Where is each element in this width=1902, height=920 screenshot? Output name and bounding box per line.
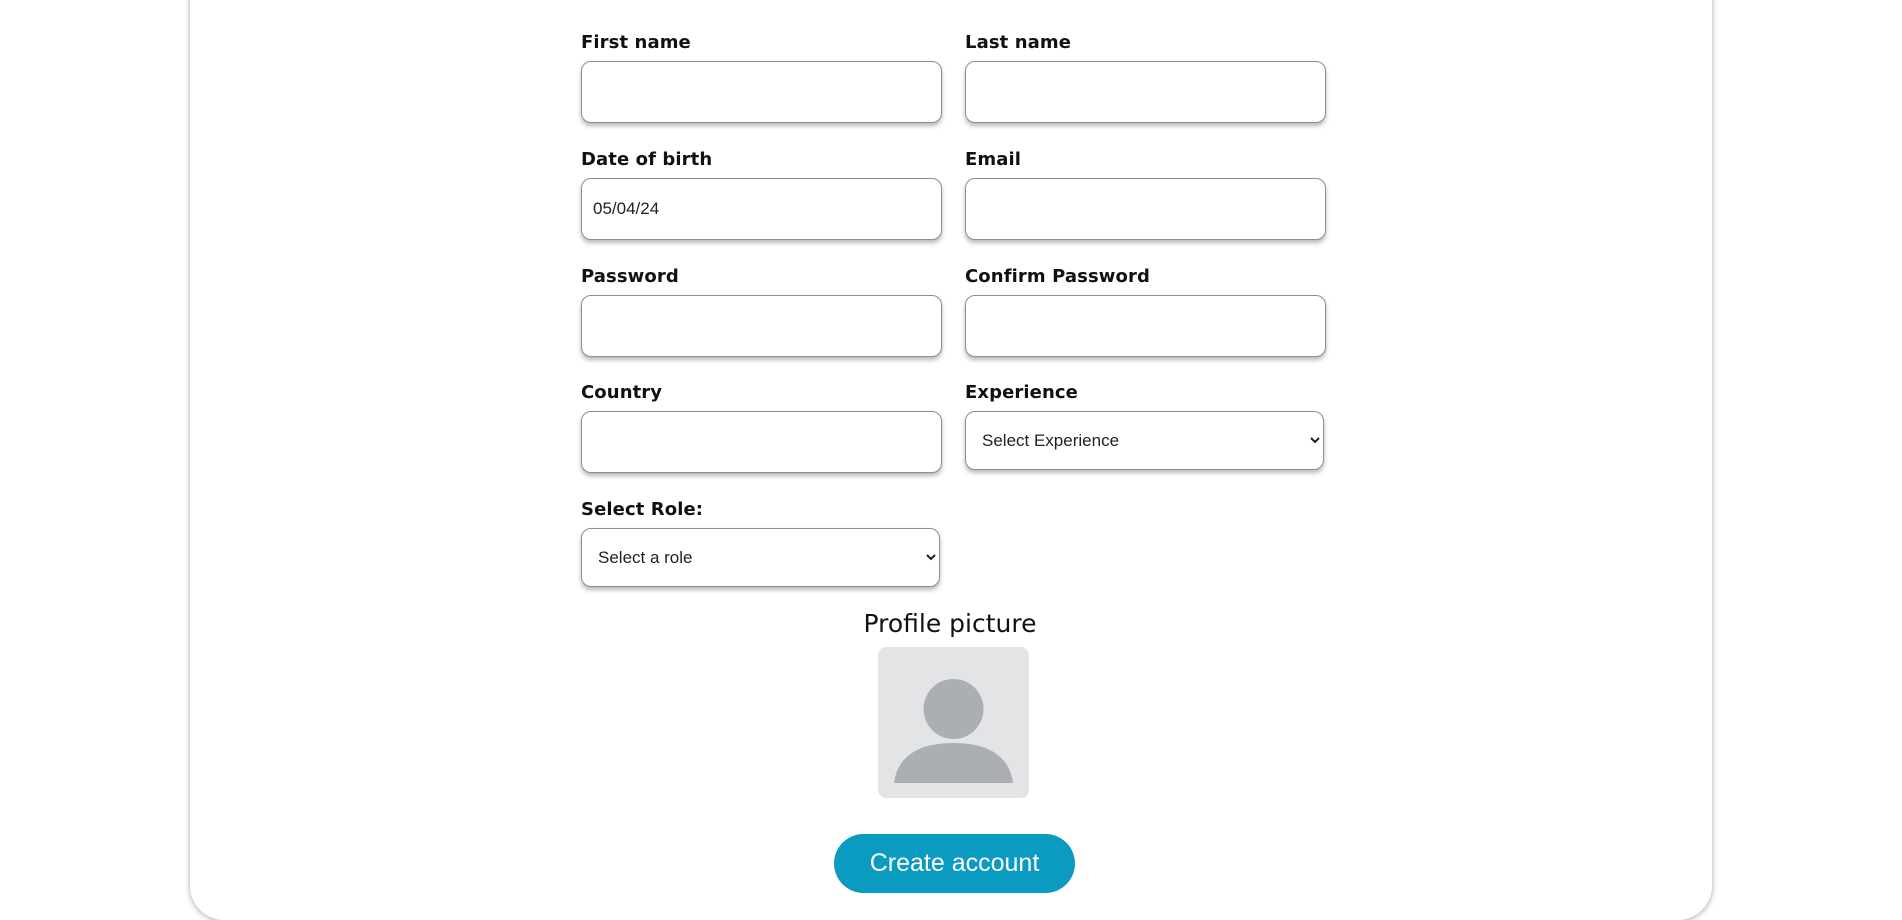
user-silhouette-icon <box>894 679 1013 783</box>
date-of-birth-input[interactable] <box>581 178 942 240</box>
last-name-label: Last name <box>965 32 1072 53</box>
first-name-label: First name <box>581 32 691 53</box>
role-group: Select Role: Select a role <box>581 498 942 587</box>
role-label: Select Role: <box>581 499 704 520</box>
last-name-input[interactable] <box>965 61 1326 123</box>
confirm-password-input[interactable] <box>965 295 1326 357</box>
password-group: Password <box>581 265 942 357</box>
experience-label: Experience <box>965 382 1078 403</box>
first-name-input[interactable] <box>581 61 942 123</box>
experience-group: Experience Select Experience <box>965 381 1326 470</box>
country-input[interactable] <box>581 411 942 473</box>
email-input[interactable] <box>965 178 1326 240</box>
profile-picture-title: Profile picture <box>863 609 1037 638</box>
create-account-button[interactable]: Create account <box>834 834 1075 893</box>
experience-select[interactable]: Select Experience <box>965 411 1324 470</box>
registration-form: First name Last name Date of birth Email… <box>0 0 1902 919</box>
date-of-birth-label: Date of birth <box>581 149 713 170</box>
password-input[interactable] <box>581 295 942 357</box>
password-label: Password <box>581 266 679 287</box>
role-select[interactable]: Select a role <box>581 528 940 587</box>
email-label: Email <box>965 149 1022 170</box>
confirm-password-label: Confirm Password <box>965 266 1150 287</box>
country-label: Country <box>581 382 663 403</box>
email-group: Email <box>965 148 1326 240</box>
confirm-password-group: Confirm Password <box>965 265 1326 357</box>
date-of-birth-group: Date of birth <box>581 148 942 240</box>
first-name-group: First name <box>581 31 942 123</box>
last-name-group: Last name <box>965 31 1326 123</box>
profile-picture-upload[interactable] <box>878 647 1029 798</box>
country-group: Country <box>581 381 942 473</box>
